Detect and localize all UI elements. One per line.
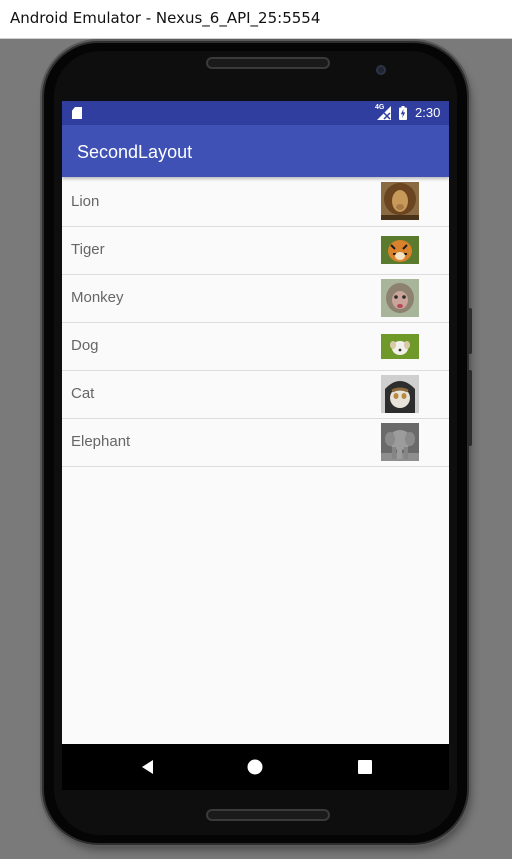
list-item-label: Monkey: [71, 289, 124, 306]
list-item-label: Lion: [71, 193, 100, 210]
list-item-elephant[interactable]: Elephant: [62, 419, 449, 467]
list-item-label: Dog: [71, 337, 99, 354]
status-bar: 4G 2:30: [62, 101, 449, 125]
battery-charging-icon: [399, 106, 407, 120]
top-speaker: [206, 57, 330, 69]
back-icon[interactable]: [138, 757, 158, 777]
window-title-bar: Android Emulator - Nexus_6_API_25:5554: [0, 0, 512, 39]
list-item-label: Elephant: [71, 433, 131, 450]
home-icon[interactable]: [245, 757, 265, 777]
list-item-cat[interactable]: Cat: [62, 371, 449, 419]
network-type-label: 4G: [375, 104, 385, 111]
status-time: 2:30: [415, 105, 441, 120]
dog-photo-icon: [381, 334, 419, 359]
app-bar: SecondLayout: [62, 125, 449, 177]
elephant-photo-icon: [381, 423, 419, 461]
front-camera: [376, 65, 386, 75]
list-item-monkey[interactable]: Monkey: [62, 275, 449, 323]
bottom-speaker: [206, 809, 330, 821]
sd-card-icon: [72, 107, 82, 119]
device-screen: 4G 2:30 SecondLayout Lion Tiger Monkey D…: [62, 101, 449, 744]
tiger-photo-icon: [381, 236, 419, 264]
volume-button[interactable]: [467, 370, 472, 446]
list-item-label: Cat: [71, 385, 95, 402]
list-item-dog[interactable]: Dog: [62, 323, 449, 371]
list-item-tiger[interactable]: Tiger: [62, 227, 449, 275]
lion-photo-icon: [381, 182, 419, 220]
monkey-photo-icon: [381, 279, 419, 317]
navigation-bar: [62, 744, 449, 790]
power-button[interactable]: [467, 308, 472, 354]
animal-list[interactable]: Lion Tiger Monkey Dog Cat Elephant: [62, 179, 449, 467]
list-item-lion[interactable]: Lion: [62, 179, 449, 227]
list-item-label: Tiger: [71, 241, 105, 258]
cat-photo-icon: [381, 375, 419, 413]
app-title: SecondLayout: [77, 142, 193, 162]
recents-icon[interactable]: [355, 757, 375, 777]
window-title: Android Emulator - Nexus_6_API_25:5554: [10, 9, 321, 27]
